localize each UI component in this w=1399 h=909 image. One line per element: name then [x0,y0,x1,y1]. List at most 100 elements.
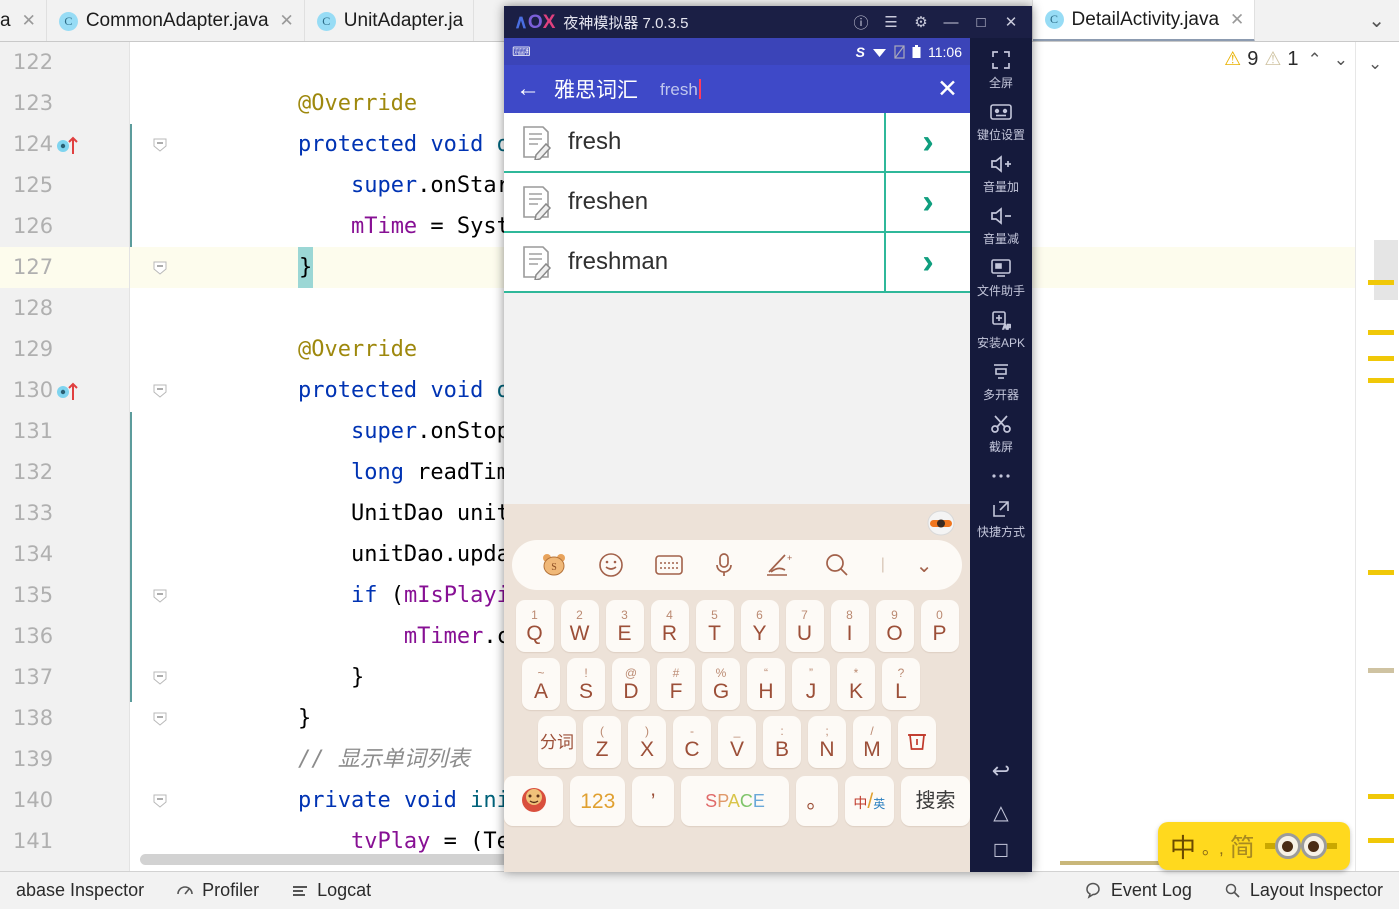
run-to-cursor-icon[interactable] [56,136,86,156]
nox-title-bar[interactable]: ∧OX 夜神模拟器 7.0.3.5 ⓘ ☰ ⚙ — □ ✕ [504,6,1032,38]
stripe-marker[interactable] [1368,280,1394,285]
word-result-list[interactable]: fresh › freshen › freshman › [504,113,970,293]
key-D[interactable]: @ D [612,658,650,710]
line-number-row[interactable]: 141 [0,821,129,862]
key-K[interactable]: * K [837,658,875,710]
close-icon[interactable]: ✕ [19,11,36,31]
fold-row[interactable] [130,493,192,534]
status-database-inspector[interactable]: abase Inspector [0,880,160,901]
word-result-row[interactable]: fresh › [504,113,970,173]
fold-row[interactable] [130,739,192,780]
nox-sidebar-shortcut[interactable]: 快捷方式 [970,497,1032,540]
nox-sidebar-volume-down[interactable]: 音量减 [970,204,1032,247]
fold-row[interactable] [130,329,192,370]
analysis-stripe[interactable]: ⌄ [1355,42,1399,871]
mic-icon[interactable] [714,552,734,578]
key-M[interactable]: / M [853,716,891,768]
tab-detail-activity[interactable]: C DetailActivity.java ✕ [1032,0,1256,41]
minimize-icon[interactable]: — [936,7,966,37]
word-result-row[interactable]: freshen › [504,173,970,233]
chevron-right-icon[interactable]: › [884,173,970,231]
key-Y[interactable]: 6Y [740,600,779,652]
line-number-row[interactable]: 139 [0,739,129,780]
tab-common-adapter[interactable]: C CommonAdapter.java ✕ [47,0,305,41]
key-C[interactable]: -C [673,716,711,768]
menu-icon[interactable]: ☰ [876,7,906,37]
fold-row[interactable] [130,780,192,821]
key-⌫[interactable] [898,716,936,768]
sogou-keyboard[interactable]: S + | ⌄ 1 Q 2 W 3 E 4 R 5 T 6 Y 7 U 8 I … [504,504,970,872]
stripe-marker[interactable] [1368,570,1394,575]
key-L[interactable]: ? L [882,658,920,710]
key-I[interactable]: 8I [830,600,869,652]
line-number-row[interactable]: 124 [0,124,129,165]
line-number-row[interactable]: 133 [0,493,129,534]
fold-row[interactable] [130,206,192,247]
line-number-row[interactable]: 132 [0,452,129,493]
line-number-row[interactable]: 140 [0,780,129,821]
keyboard-toolbar[interactable]: S + | ⌄ [512,540,962,590]
fold-row[interactable] [130,452,192,493]
line-number-row[interactable]: 129 [0,329,129,370]
line-number-row[interactable]: 134 [0,534,129,575]
recents-icon[interactable]: ☐ [993,841,1009,862]
line-number-row[interactable]: 136 [0,616,129,657]
nox-sidebar-fullscreen[interactable]: 全屏 [970,48,1032,91]
line-number-row[interactable]: 128 [0,288,129,329]
key-G[interactable]: % G [702,658,740,710]
line-number-row[interactable]: 122 [0,42,129,83]
tab-unit-adapter[interactable]: C UnitAdapter.ja [305,0,475,41]
key-Z[interactable]: (Z [583,716,621,768]
key-A[interactable]: ~ A [522,658,560,710]
key-Q[interactable]: 1Q [515,600,554,652]
fold-collapse-icon[interactable] [152,711,168,727]
key-123[interactable]: 123 [570,776,626,826]
key-F[interactable]: # F [657,658,695,710]
line-number-row[interactable]: 126 [0,206,129,247]
search-icon[interactable] [824,552,850,578]
nox-emulator-window[interactable]: ∧OX 夜神模拟器 7.0.3.5 ⓘ ☰ ⚙ — □ ✕ ⌨ S 11:06 … [504,6,1032,872]
close-icon[interactable]: ✕ [277,11,294,31]
android-screen[interactable]: ⌨ S 11:06 ← 雅思词汇 fresh ✕ fresh › freshen › f… [504,38,970,872]
key-T[interactable]: 5T [695,600,734,652]
key-中/英[interactable]: 中/英 [844,776,894,826]
horizontal-scrollbar[interactable] [140,854,510,865]
fold-row[interactable] [130,657,192,698]
stripe-marker[interactable] [1368,838,1394,843]
stripe-marker[interactable] [1368,330,1394,335]
fold-row[interactable] [130,534,192,575]
sogou-mascot-icon[interactable] [926,508,956,536]
chevron-down-icon[interactable]: ⌄ [1368,54,1382,74]
chevron-right-icon[interactable]: › [884,113,970,171]
close-icon[interactable]: ✕ [996,7,1026,37]
key-W[interactable]: 2W [560,600,599,652]
key-P[interactable]: 0P [920,600,959,652]
fold-row[interactable] [130,616,192,657]
key-O[interactable]: 9O [875,600,914,652]
key-X[interactable]: ) X [628,716,666,768]
tab-partial-left[interactable]: a ✕ [0,0,47,41]
sogou-input-indicator[interactable]: 中 。, 简 [1158,822,1350,870]
fold-gutter[interactable] [130,42,192,871]
stripe-marker[interactable] [1368,356,1394,361]
search-input[interactable]: fresh [652,78,923,100]
fold-row[interactable] [130,411,192,452]
key-B[interactable]: :B [763,716,801,768]
key-分词[interactable]: 分词 [538,716,576,768]
fold-collapse-icon[interactable] [152,383,168,399]
key-E[interactable]: 3E [605,600,644,652]
previous-problem-icon[interactable]: ⌃ [1305,50,1325,70]
status-layout-inspector[interactable]: Layout Inspector [1208,880,1399,901]
fold-collapse-icon[interactable] [152,793,168,809]
nox-sidebar[interactable]: 全屏键位设置音量加音量减文件助手 APK 安装APK 多开器截屏快捷方式 ↩ △ ☐ [970,38,1032,872]
key-J[interactable]: ” J [792,658,830,710]
key-R[interactable]: 4R [650,600,689,652]
fold-row[interactable] [130,124,192,165]
fold-collapse-icon[interactable] [152,588,168,604]
chevron-right-icon[interactable]: › [884,233,970,291]
fold-row[interactable] [130,247,192,288]
chevron-down-icon[interactable]: ⌄ [916,553,933,578]
sogou-bear-icon[interactable]: S [541,552,567,578]
minion-eyes-icon[interactable] [1264,833,1337,859]
fold-row[interactable] [130,575,192,616]
